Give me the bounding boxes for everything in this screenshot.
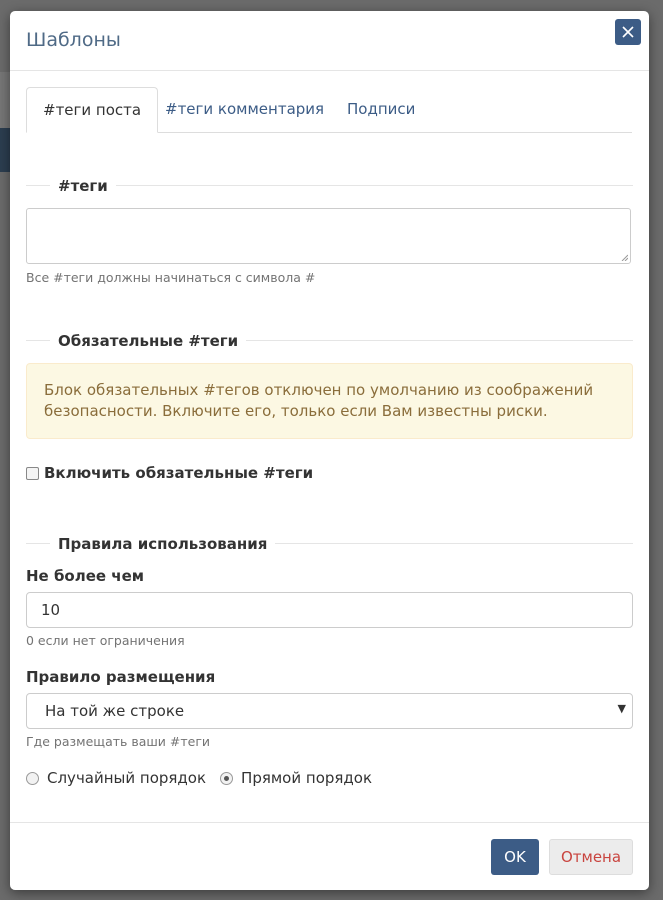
modal-footer: OK Отмена (10, 822, 649, 891)
max-count-input[interactable]: 10 (26, 592, 633, 628)
templates-modal: Шаблоны #теги поста #теги комментария По… (10, 11, 649, 890)
enable-required-tags[interactable]: Включить обязательные #теги (26, 463, 313, 483)
radio-direct-order[interactable]: Прямой порядок (220, 769, 372, 787)
tabs: #теги поста #теги комментария Подписи (26, 87, 632, 133)
radio-direct-order-button[interactable] (220, 771, 234, 785)
required-tags-alert: Блок обязательных #тегов отключен по умо… (26, 363, 633, 439)
radio-random-order[interactable]: Случайный порядок (26, 769, 206, 787)
placement-select-value: На той же строке (45, 702, 185, 720)
radio-direct-order-label[interactable]: Прямой порядок (241, 769, 372, 787)
close-button[interactable] (615, 19, 641, 45)
order-radio-group: Случайный порядок Прямой порядок (26, 769, 386, 787)
radio-random-order-button[interactable] (26, 771, 39, 785)
modal-header: Шаблоны (10, 11, 649, 71)
enable-required-checkbox[interactable] (26, 466, 39, 480)
chevron-down-icon: ▼ (617, 702, 626, 715)
max-count-help: 0 если нет ограничения (26, 633, 185, 648)
max-count-label: Не более чем (26, 567, 145, 585)
tab-post-tags[interactable]: #теги поста (26, 87, 159, 133)
close-icon (622, 26, 634, 38)
ok-button[interactable]: OK (491, 839, 539, 875)
background-dark-block (0, 128, 10, 172)
radio-random-order-label[interactable]: Случайный порядок (47, 769, 206, 787)
usage-legend: Правила использования (50, 534, 276, 554)
resize-grip-icon[interactable] (620, 253, 628, 261)
placement-label: Правило размещения (26, 668, 216, 686)
enable-required-label[interactable]: Включить обязательные #теги (44, 464, 313, 482)
tags-textarea[interactable] (26, 208, 631, 264)
required-legend: Обязательные #теги (50, 331, 247, 351)
tags-help: Все #теги должны начинаться с символа # (26, 270, 316, 285)
tags-legend: #теги (50, 176, 116, 196)
modal-title: Шаблоны (26, 29, 121, 51)
tags-legend-line (26, 185, 633, 186)
tab-signatures[interactable]: Подписи (331, 87, 431, 131)
tab-comment-tags[interactable]: #теги комментария (149, 87, 340, 131)
placement-select[interactable]: На той же строке ▼ (26, 693, 633, 729)
cancel-button[interactable]: Отмена (549, 839, 633, 875)
placement-help: Где размещать ваши #теги (26, 734, 211, 749)
